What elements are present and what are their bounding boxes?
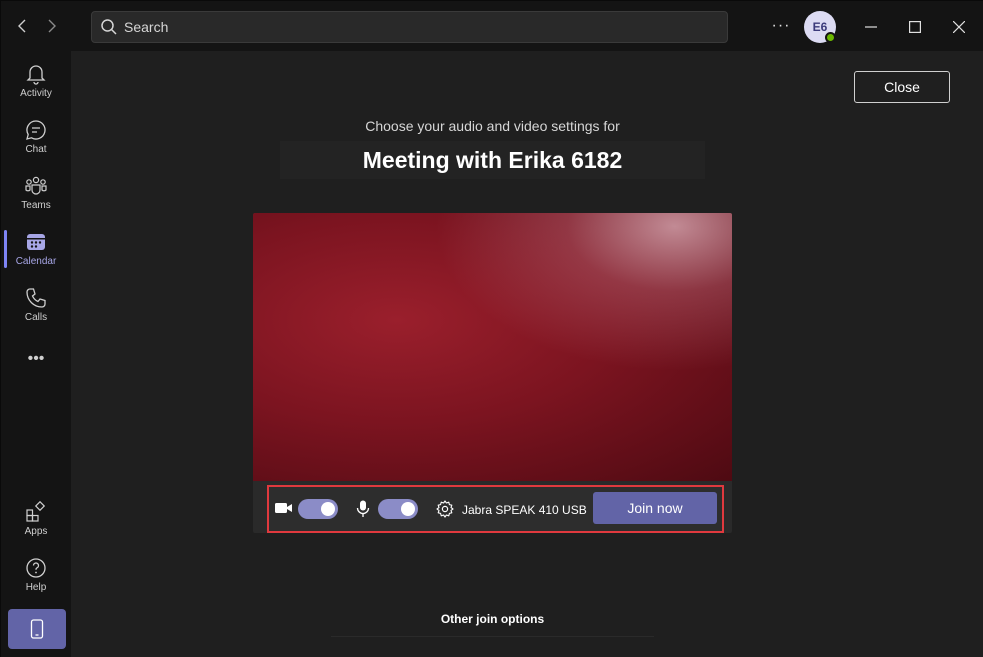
bell-icon [26,65,46,85]
rail-label: Help [25,582,47,593]
camera-toggle[interactable] [298,499,338,519]
rail-label: Chat [25,144,47,155]
other-join-options-link[interactable]: Other join options [71,612,914,626]
rail-item-apps[interactable]: Apps [1,493,71,545]
join-controls-bar: Jabra SPEAK 410 USB Join now [267,485,724,533]
rail-item-teams[interactable]: Teams [1,167,71,219]
phone-icon [26,288,46,308]
divider [331,636,654,637]
search-placeholder: Search [124,19,169,35]
rail-item-calendar[interactable]: Calendar [1,223,71,275]
toggle-knob [401,502,415,516]
help-icon [26,558,46,578]
microphone-icon [356,500,370,523]
rail-label: Activity [20,88,52,99]
rail-label: Calendar [15,256,57,267]
audio-device-label[interactable]: Jabra SPEAK 410 USB [462,503,587,517]
calendar-icon [27,234,45,250]
microphone-toggle[interactable] [378,499,418,519]
close-button[interactable]: Close [854,71,950,103]
device-button[interactable] [8,609,66,649]
app-rail: Activity Chat Teams Calendar Calls ••• A… [1,51,71,657]
more-options-icon[interactable]: ··· [769,15,793,37]
apps-icon [26,501,46,522]
toggle-knob [321,502,335,516]
rail-label: Calls [24,312,48,323]
camera-preview [253,213,732,481]
chat-icon [26,120,46,140]
window-close-icon[interactable] [947,15,971,39]
rail-label: Apps [24,526,48,537]
meeting-title: Meeting with Erika 6182 [362,146,623,173]
meeting-title-container: Meeting with Erika 6182 [280,141,705,179]
rail-item-chat[interactable]: Chat [1,111,71,163]
camera-icon [275,501,293,520]
search-icon [100,18,118,36]
more-apps-icon[interactable]: ••• [1,349,71,369]
search-input[interactable]: Search [91,11,728,43]
join-now-button[interactable]: Join now [593,492,717,524]
rail-item-help[interactable]: Help [1,549,71,601]
back-arrow-icon[interactable] [11,14,35,38]
prejoin-screen: Close Choose your audio and video settin… [71,51,983,657]
rail-item-activity[interactable]: Activity [1,55,71,107]
rail-label: Teams [21,200,51,211]
maximize-icon[interactable] [903,15,927,39]
forward-arrow-icon[interactable] [39,14,63,38]
choose-settings-text: Choose your audio and video settings for [365,118,620,134]
gear-icon[interactable] [436,500,454,523]
teams-icon [25,176,47,195]
title-bar: Search ··· E6 [1,1,983,51]
presence-available-icon [825,32,836,43]
video-preview-panel: Jabra SPEAK 410 USB Join now [253,213,732,533]
minimize-icon[interactable] [859,15,883,39]
mobile-device-icon [30,619,44,639]
rail-item-calls[interactable]: Calls [1,279,71,331]
